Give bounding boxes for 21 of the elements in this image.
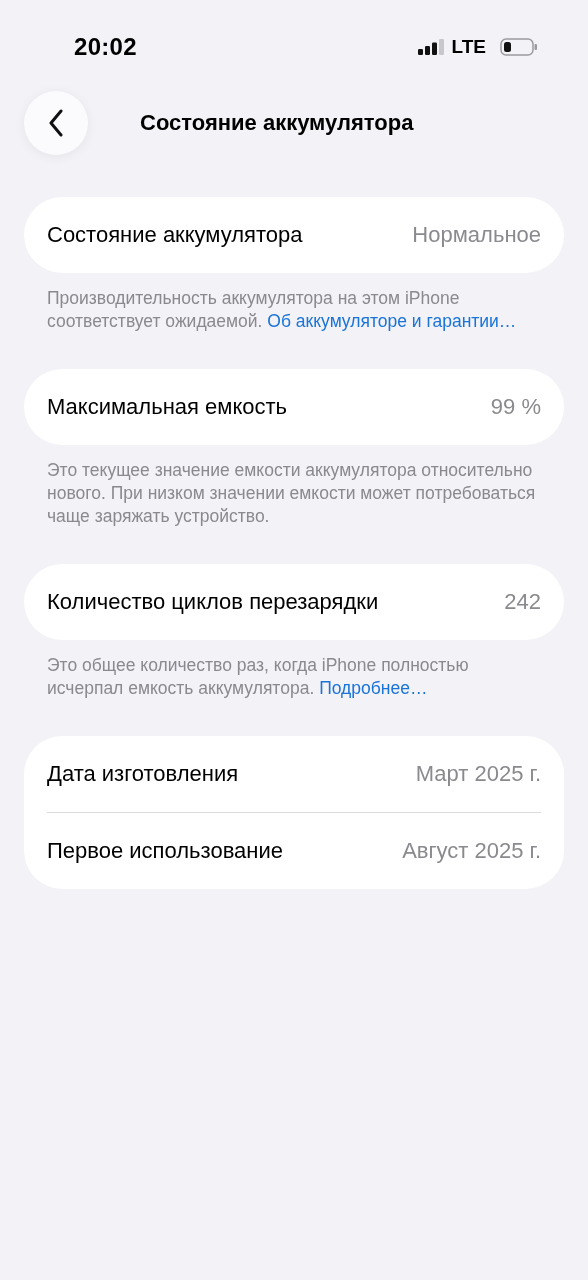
footnote-text: Производительность аккумулятора на этом iPhone соответствует ожидаемой. Об аккумуляторе и гарантии… bbox=[47, 287, 518, 333]
row-value: 99 % bbox=[490, 394, 541, 420]
row-value: Нормальное bbox=[412, 222, 541, 248]
row-label: Состояние аккумулятора bbox=[47, 222, 303, 248]
info-link[interactable]: Подробнее… bbox=[319, 678, 428, 698]
row-value: 242 bbox=[504, 589, 541, 615]
row-label: Первое использование bbox=[47, 838, 283, 864]
status-time: 20:02 bbox=[74, 33, 137, 61]
info-link[interactable]: Об аккумуляторе и гарантии… bbox=[267, 311, 517, 331]
row-label: Максимальная емкость bbox=[47, 394, 288, 420]
row-value: Август 2025 г. bbox=[402, 838, 541, 864]
row-label: Количество циклов перезарядки bbox=[47, 589, 379, 615]
footnote-text: Это текущее значение емкости аккумулятора относительно нового. При низком значении емкости может потребоваться чаще заряжать устройство. bbox=[47, 459, 537, 528]
network-label: LTE bbox=[451, 36, 486, 58]
footnote-text: Это общее количество раз, когда iPhone полностью исчерпал емкость аккумулятора. Подробнее… bbox=[47, 654, 470, 700]
signal-icon bbox=[417, 39, 444, 55]
back-icon bbox=[48, 108, 64, 137]
page-title: Состояние аккумулятора bbox=[140, 109, 414, 136]
row-value: Март 2025 г. bbox=[415, 761, 541, 787]
battery-icon bbox=[500, 38, 538, 56]
row-label: Дата изготовления bbox=[47, 761, 239, 787]
